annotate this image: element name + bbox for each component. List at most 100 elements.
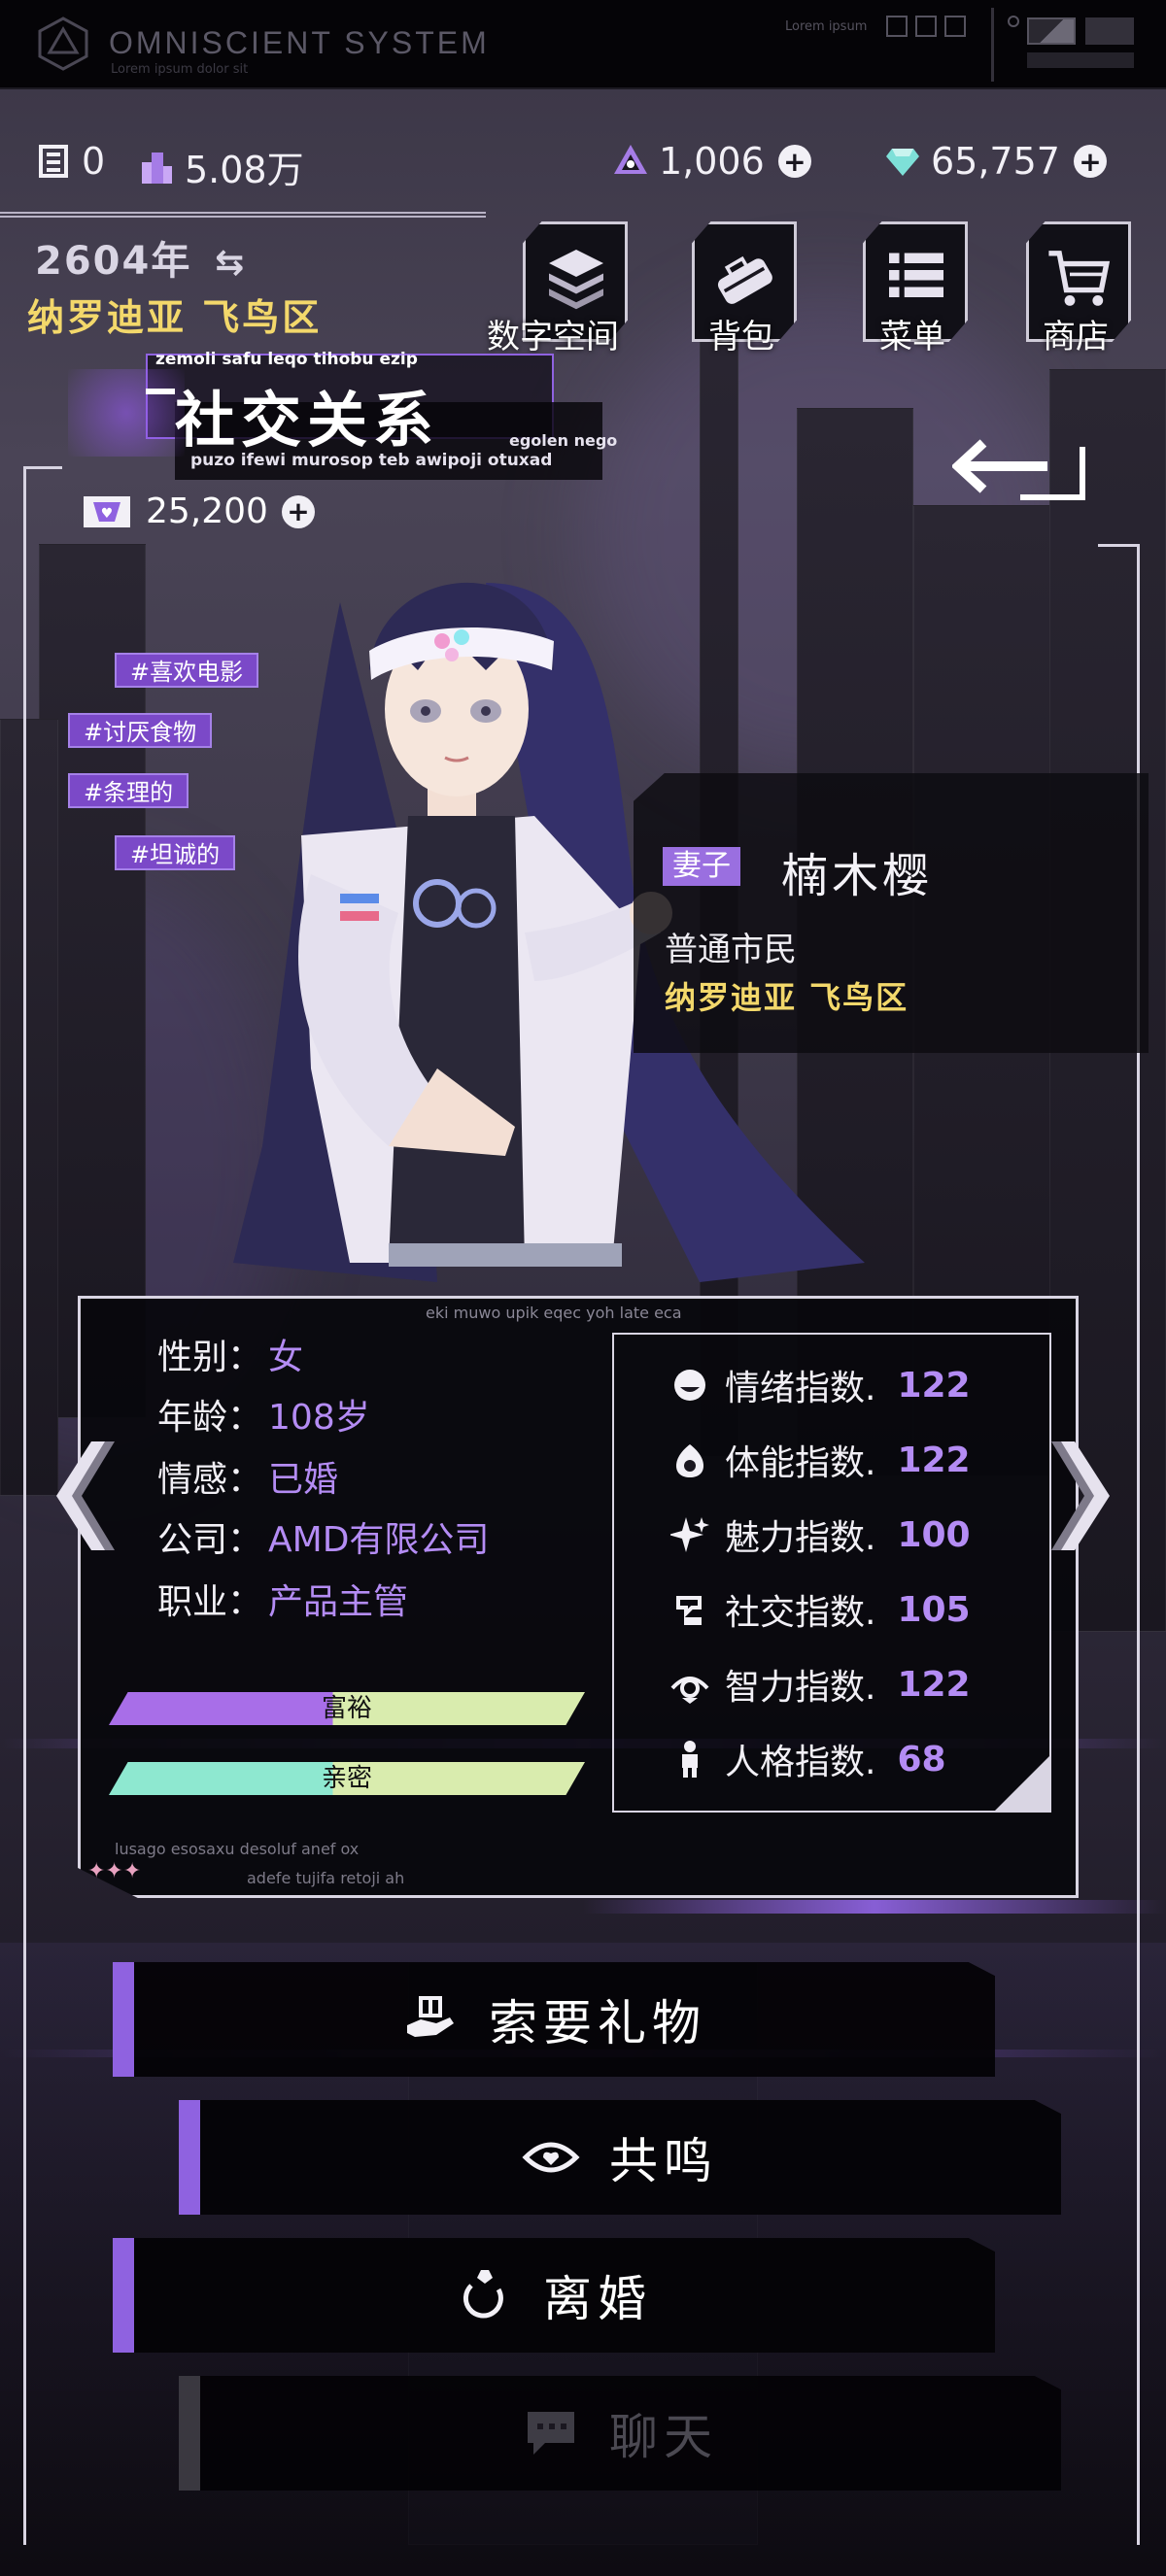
stat-personality: 人格指数. 68	[670, 1734, 946, 1784]
stat-social: 社交指数. 105	[670, 1584, 971, 1635]
frame-line-top-left	[23, 466, 62, 469]
header-divider	[0, 212, 486, 218]
next-character-icon[interactable]	[1051, 1438, 1119, 1554]
system-status-panel	[991, 8, 1166, 82]
chat-icon	[528, 2412, 574, 2455]
buildings-counter: 5.08万	[138, 140, 304, 193]
request-gift-button[interactable]: 索要礼物	[113, 1962, 995, 2077]
stat-value: 105	[897, 1589, 971, 1630]
attribute-label: 性别：	[157, 1338, 263, 1377]
attribute-value: 108岁	[268, 1398, 370, 1438]
sparkle-icon	[670, 1517, 709, 1552]
crystal-value: 1,006	[659, 140, 765, 183]
stat-label: 体能指数.	[725, 1443, 876, 1483]
attribute-relationship: 情感： 已婚	[157, 1451, 338, 1502]
nav-shop-button[interactable]: 商店	[1018, 221, 1133, 356]
chip-icon	[39, 145, 68, 178]
bag-icon	[717, 255, 772, 304]
character-district: 纳罗迪亚 飞鸟区	[665, 979, 909, 1016]
personality-tag: #条理的	[68, 773, 189, 808]
panel-footer-caption: lusago esosaxu desoluf anef ox	[115, 1840, 360, 1858]
person-icon	[682, 1741, 698, 1778]
character-name: 楠木樱	[781, 849, 934, 903]
back-arrow-icon[interactable]	[952, 414, 1088, 526]
attribute-label: 公司：	[157, 1520, 263, 1560]
crystal-icon	[614, 145, 647, 174]
chips-value: 0	[82, 140, 106, 183]
crystal-counter: 1,006 +	[612, 140, 811, 183]
buildings-value: 5.08万	[185, 149, 304, 191]
nav-menu-button[interactable]: 菜单	[855, 221, 970, 356]
nav-label: 商店	[1043, 318, 1109, 356]
window-maximize-icon[interactable]	[915, 16, 937, 37]
eye-heart-icon	[522, 2142, 580, 2173]
gem-counter: 65,757 +	[884, 140, 1107, 183]
chat-button[interactable]: 聊天	[179, 2376, 1061, 2491]
frame-line-top-right	[1098, 544, 1137, 547]
svg-text:♥: ♥	[101, 506, 114, 522]
action-label: 索要礼物	[489, 1995, 706, 2051]
window-close-icon[interactable]	[944, 16, 966, 37]
intimacy-bar: 亲密	[109, 1762, 585, 1795]
nav-label: 背包	[708, 318, 774, 356]
gem-icon	[886, 149, 919, 176]
title-caption-top: zemoli safu leqo tihobu ezip	[155, 350, 418, 369]
menu-list-icon	[889, 253, 943, 297]
attribute-value: 女	[268, 1338, 304, 1377]
current-district: 纳罗迪亚 飞鸟区	[27, 296, 323, 339]
stat-mood: 情绪指数. 122	[670, 1360, 971, 1410]
title-dash	[146, 389, 175, 394]
character-status: 普通市民	[665, 931, 797, 969]
nav-digital-space-button[interactable]: 数字空间	[487, 221, 630, 356]
social-icon	[676, 1596, 702, 1625]
personality-tag: #讨厌食物	[68, 713, 213, 748]
stat-value: 122	[897, 1440, 971, 1480]
buildings-icon	[142, 152, 172, 184]
attribute-value: AMD有限公司	[268, 1520, 490, 1560]
cart-icon	[1048, 251, 1111, 306]
add-crystal-button[interactable]: +	[777, 145, 811, 178]
system-logo-icon	[38, 17, 88, 71]
refresh-icon[interactable]: ⇆	[215, 243, 246, 283]
action-label: 离婚	[543, 2271, 652, 2327]
attribute-age: 年龄： 108岁	[157, 1389, 370, 1440]
attribute-occupation: 职业： 产品主管	[157, 1574, 408, 1624]
attribute-value: 产品主管	[268, 1582, 409, 1622]
broken-ring-icon	[463, 2270, 503, 2319]
stat-value: 100	[897, 1514, 971, 1555]
layers-icon	[549, 250, 603, 310]
previous-character-icon[interactable]	[47, 1438, 115, 1554]
action-label: 聊天	[609, 2409, 718, 2465]
window-minimize-icon[interactable]	[886, 16, 908, 37]
gem-value: 65,757	[931, 140, 1060, 183]
stat-label: 智力指数.	[725, 1668, 876, 1708]
frame-line-left	[23, 466, 26, 2545]
stat-label: 社交指数.	[725, 1593, 876, 1633]
system-subtitle: Lorem ipsum dolor sit	[111, 62, 249, 77]
add-gem-button[interactable]: +	[1073, 145, 1107, 178]
attribute-company: 公司： AMD有限公司	[157, 1511, 489, 1562]
stat-label: 人格指数.	[725, 1743, 876, 1782]
resonance-button[interactable]: 共鸣	[179, 2100, 1061, 2215]
system-right-label: Lorem ipsum	[785, 19, 868, 34]
action-label: 共鸣	[609, 2133, 718, 2189]
stat-intellect: 智力指数. 122	[670, 1659, 971, 1710]
attribute-value: 已婚	[268, 1460, 339, 1500]
stat-value: 122	[897, 1664, 971, 1705]
chips-counter: 0	[35, 140, 105, 183]
gift-hand-icon	[407, 1996, 454, 2037]
intellect-icon	[670, 1677, 709, 1704]
nav-bag-button[interactable]: 背包	[684, 221, 799, 356]
add-affinity-button[interactable]: +	[281, 494, 315, 528]
divorce-button[interactable]: 离婚	[113, 2238, 995, 2353]
nav-label: 菜单	[879, 318, 945, 356]
system-bar: OMNISCIENT SYSTEM Lorem ipsum dolor sit …	[0, 0, 1166, 89]
fitness-icon	[676, 1444, 703, 1477]
wealth-bar-label: 富裕	[321, 1694, 372, 1723]
page-title: 社交关系	[175, 385, 440, 456]
attribute-label: 职业：	[157, 1582, 263, 1622]
title-caption-bottom: puzo ifewi murosop teb awipoji otuxad	[190, 451, 553, 470]
nav-label: 数字空间	[487, 318, 619, 356]
stat-charm: 魅力指数. 100	[670, 1509, 971, 1560]
attribute-gender: 性别：女	[157, 1329, 303, 1379]
